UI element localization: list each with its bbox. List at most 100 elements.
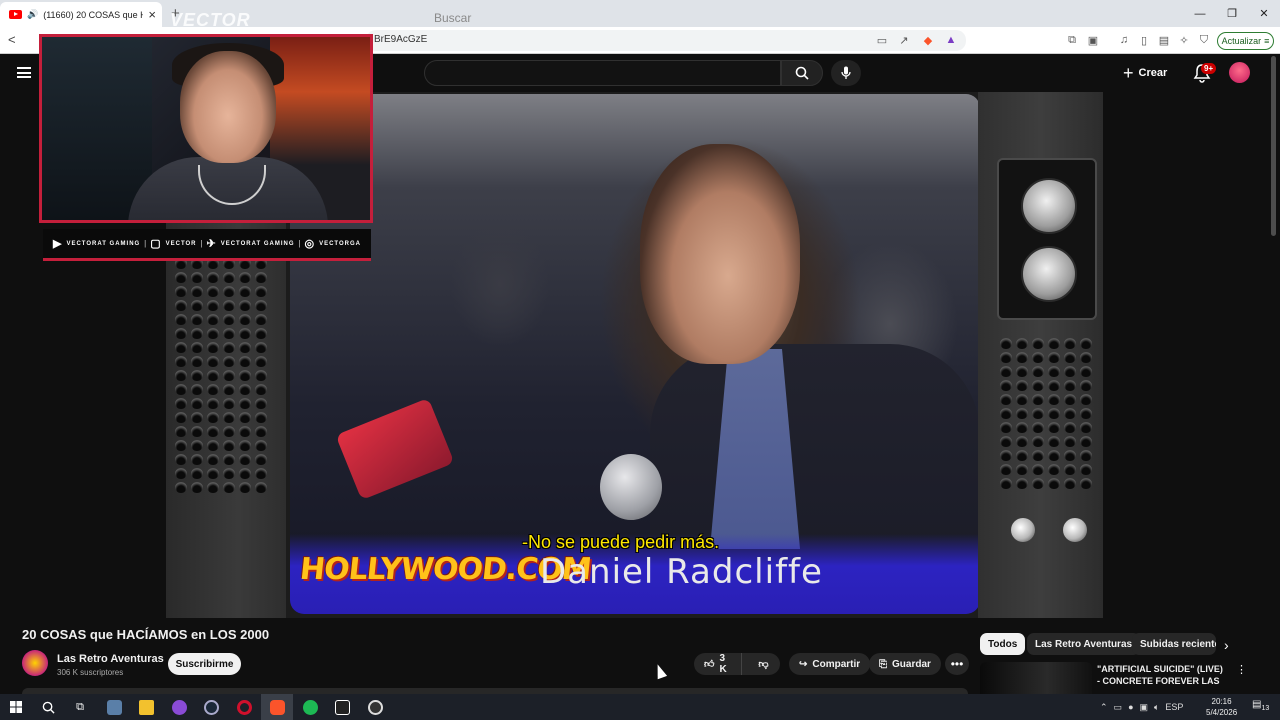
grille-hole [255, 398, 267, 409]
taskbar-file-explorer[interactable] [130, 694, 162, 720]
instagram-icon: ◎ [304, 237, 316, 250]
battery-icon[interactable]: ▭ [1114, 702, 1123, 713]
chevron-right-icon[interactable]: › [1224, 637, 1229, 653]
sidebar-toggle-icon[interactable]: ▣ [1086, 33, 1100, 47]
search-input[interactable]: Buscar [434, 11, 471, 25]
grille-hole [1048, 478, 1060, 489]
grille-hole [1016, 464, 1028, 475]
close-window-icon[interactable]: ✕ [1248, 0, 1280, 27]
cast-icon[interactable]: ▭ [875, 33, 889, 47]
grille-hole [1000, 436, 1012, 447]
grille-hole [239, 398, 251, 409]
taskbar-opera[interactable] [228, 694, 260, 720]
social-instagram-text: VECTORGA [319, 240, 361, 247]
url-text[interactable]: BrE9AcGzE [374, 34, 427, 45]
taskbar-obs[interactable] [359, 694, 391, 720]
extensions-icon[interactable]: ⧉ [1065, 33, 1079, 47]
grille-hole [1032, 436, 1044, 447]
create-button[interactable]: + Crear [1123, 61, 1167, 85]
search-taskbar-button[interactable] [32, 694, 64, 720]
search-button[interactable] [781, 60, 823, 86]
music-icon[interactable]: ♫ [1117, 33, 1131, 47]
update-button[interactable]: Actualizar ≡ [1217, 32, 1274, 50]
share-page-icon[interactable]: ↗ [897, 33, 911, 47]
recommendation-more-icon[interactable]: ⋮ [1236, 663, 1247, 676]
restore-icon[interactable]: ❐ [1216, 0, 1248, 27]
grille-hole [1064, 478, 1076, 489]
browser-tab[interactable]: 🔊 (11660) 20 COSAS que HACÍAMOS × [0, 2, 162, 27]
taskbar-app[interactable] [163, 694, 195, 720]
task-view-button[interactable]: ⧉ [64, 694, 96, 720]
grille-hole [175, 314, 187, 325]
grille-hole [191, 272, 203, 283]
minimize-icon[interactable]: — [1184, 0, 1216, 27]
more-actions-button[interactable]: ••• [945, 653, 969, 675]
start-button[interactable] [0, 694, 32, 720]
taskbar-brave[interactable] [261, 694, 293, 720]
volume-icon[interactable]: 🔈︎ [1154, 702, 1159, 713]
subscribe-button[interactable]: Suscribirme [168, 653, 241, 675]
grille-hole [191, 300, 203, 311]
back-icon[interactable]: < [8, 32, 16, 47]
share-icon: ↪ [799, 658, 808, 670]
language-indicator[interactable]: ESP [1165, 702, 1183, 712]
grille-hole [239, 370, 251, 381]
speaker-icon[interactable]: 🔊 [27, 9, 38, 20]
tab-title: (11660) 20 COSAS que HACÍAMOS [43, 9, 144, 20]
share-button[interactable]: ↪ Compartir [789, 653, 871, 675]
search-box[interactable] [424, 60, 781, 86]
grille-hole [1080, 380, 1092, 391]
grille-hole [255, 412, 267, 423]
leo-ai-icon[interactable]: ✧ [1177, 33, 1191, 47]
like-button[interactable]: 👍︎ 3 K [694, 653, 742, 675]
voice-search-button[interactable] [831, 60, 861, 86]
taskbar-app[interactable] [98, 694, 130, 720]
save-label: Guardar [892, 658, 931, 670]
page-scrollbar[interactable] [1271, 56, 1276, 236]
create-label: Crear [1138, 67, 1168, 79]
network-icon[interactable]: ▣ [1140, 702, 1149, 713]
panel-icon[interactable]: ▯ [1137, 33, 1151, 47]
chip-channel[interactable]: Las Retro Aventuras [1027, 633, 1141, 655]
grille-hole [223, 384, 235, 395]
grille-hole [1000, 450, 1012, 461]
vpn-shield-icon[interactable]: ⛉ [1197, 33, 1211, 47]
save-button[interactable]: ⎘ Guardar [869, 653, 941, 675]
obs-icon [367, 699, 383, 715]
channel-avatar[interactable] [22, 650, 48, 676]
taskbar-app[interactable] [326, 694, 358, 720]
grille-hole [239, 328, 251, 339]
account-avatar[interactable] [1229, 62, 1250, 83]
chevron-up-icon[interactable]: ⌃ [1100, 702, 1108, 713]
taskbar-spotify[interactable] [294, 694, 326, 720]
grille-hole [1048, 338, 1060, 349]
chip-all[interactable]: Todos [980, 633, 1026, 655]
grille-hole [1080, 338, 1092, 349]
microphone-tray-icon[interactable]: ● [1128, 702, 1133, 712]
brave-rewards-icon[interactable]: ▲ [944, 33, 958, 47]
chip-recent-uploads[interactable]: Subidas recientes [1132, 633, 1216, 655]
grille-hole [223, 314, 235, 325]
grille-hole [239, 454, 251, 465]
dislike-button[interactable]: 👎︎ [747, 653, 780, 675]
grille-hole [191, 468, 203, 479]
social-youtube-text: VECTORAT GAMING [66, 240, 141, 247]
task-view-icon: ⧉ [76, 700, 84, 713]
recommendation-thumbnail[interactable] [980, 662, 1092, 694]
notification-center-icon[interactable]: ▤13 [1252, 699, 1269, 712]
brave-shield-icon[interactable]: ◆ [921, 33, 935, 47]
share-label: Compartir [812, 658, 861, 670]
taskbar-steam[interactable] [195, 694, 227, 720]
clock[interactable]: 20:16 5/4/2026 [1206, 696, 1237, 718]
tab-close-icon[interactable]: × [148, 7, 156, 22]
grille-hole [175, 300, 187, 311]
channel-name[interactable]: Las Retro Aventuras [57, 653, 164, 665]
more-horizontal-icon: ••• [950, 657, 964, 671]
hamburger-menu-icon[interactable] [17, 67, 31, 78]
grille-hole [191, 482, 203, 493]
grille-hole [1048, 394, 1060, 405]
grille-hole [175, 440, 187, 451]
grille-hole [255, 454, 267, 465]
wallet-icon[interactable]: ▤ [1157, 33, 1171, 47]
grille-hole [255, 286, 267, 297]
